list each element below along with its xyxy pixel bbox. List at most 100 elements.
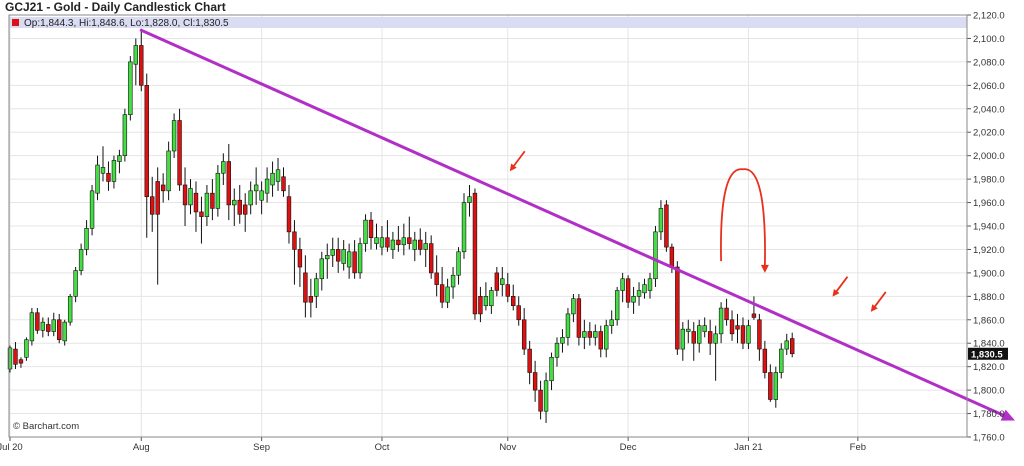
candle-body (253, 184, 259, 192)
candle-body (385, 237, 390, 248)
candle-body (571, 298, 576, 315)
candle-body (95, 164, 100, 194)
candle (445, 278, 450, 309)
candle (62, 319, 67, 346)
watermark: © Barchart.com (13, 421, 79, 432)
candle-body (243, 204, 248, 215)
candle-body (718, 307, 724, 335)
candle-body (729, 319, 735, 335)
candle-body (204, 192, 210, 217)
candle-body (549, 356, 554, 382)
candle-body (773, 372, 779, 400)
x-tick-label: Aug (133, 442, 150, 453)
candle-body (675, 266, 680, 350)
candle (658, 200, 664, 241)
candle-body (357, 243, 363, 274)
candle-body (259, 190, 264, 201)
candle-body (565, 313, 571, 338)
candle-body (297, 249, 303, 268)
candle-body (587, 331, 593, 338)
candle-body (658, 208, 664, 233)
candle-body (751, 313, 757, 318)
y-tick-label: 1,920.0 (973, 245, 1005, 256)
candle (653, 226, 658, 287)
candle-body (35, 312, 40, 331)
candle (582, 319, 587, 350)
candle-body (62, 321, 67, 342)
candle-body (182, 184, 188, 206)
candle-body (368, 219, 374, 239)
candle (182, 167, 188, 226)
candle (314, 272, 319, 309)
candle-body (117, 155, 122, 162)
candle-body (160, 184, 166, 192)
candle (24, 337, 29, 361)
candle (790, 332, 795, 358)
candle (259, 181, 264, 215)
overlay-layer (139, 28, 1015, 421)
candle-body (604, 325, 609, 350)
candle (543, 372, 549, 423)
candle (330, 237, 335, 268)
candle (751, 296, 757, 320)
candle (40, 317, 46, 338)
x-tick-label: Feb (850, 442, 866, 453)
candle (423, 231, 428, 268)
candle (363, 214, 368, 252)
y-tick-label: 2,040.0 (973, 104, 1005, 115)
candle-body (647, 278, 653, 291)
candle (204, 184, 210, 226)
candle (286, 184, 292, 244)
candle (67, 293, 73, 326)
candle (396, 226, 401, 252)
candle-body (275, 169, 281, 182)
candle-body (248, 190, 253, 206)
candle-body (51, 319, 56, 332)
candle-body (363, 219, 368, 244)
candle-body (139, 45, 144, 86)
candle-body (636, 290, 642, 297)
candle (346, 243, 352, 279)
candle-body (768, 372, 773, 400)
candle (401, 223, 407, 256)
candle-body (379, 237, 385, 248)
candle (549, 352, 554, 391)
candle-body (412, 239, 417, 250)
candle (768, 364, 773, 402)
y-tick-label: 1,980.0 (973, 175, 1005, 186)
candle (319, 251, 324, 291)
candle-body (625, 278, 631, 303)
candle-body (439, 284, 445, 303)
candle (171, 113, 177, 159)
candle (418, 228, 423, 256)
candle (664, 200, 669, 252)
candle-body (702, 325, 707, 332)
candle (210, 179, 215, 221)
candle-body (128, 61, 133, 115)
candle (718, 302, 724, 344)
candle (494, 267, 500, 297)
candle-body (286, 196, 292, 233)
candle-body (740, 325, 746, 344)
candle (467, 184, 472, 217)
candle-body (150, 196, 155, 215)
candle-body (428, 243, 434, 274)
candle-body (314, 278, 319, 297)
candle (215, 165, 221, 217)
candle-body (111, 160, 117, 182)
candle (773, 366, 779, 408)
candle (647, 272, 653, 299)
candle (51, 312, 56, 337)
candle-body (155, 181, 160, 215)
candle-body (511, 296, 516, 307)
candle-body (78, 249, 84, 271)
candle (335, 237, 341, 273)
candle-body (757, 319, 762, 350)
candle-body (133, 45, 139, 65)
candle-body (177, 120, 182, 186)
candle-body (401, 237, 407, 246)
candle (472, 188, 478, 320)
candle-body (13, 348, 18, 365)
candle-body (396, 239, 401, 246)
candle (779, 343, 784, 379)
